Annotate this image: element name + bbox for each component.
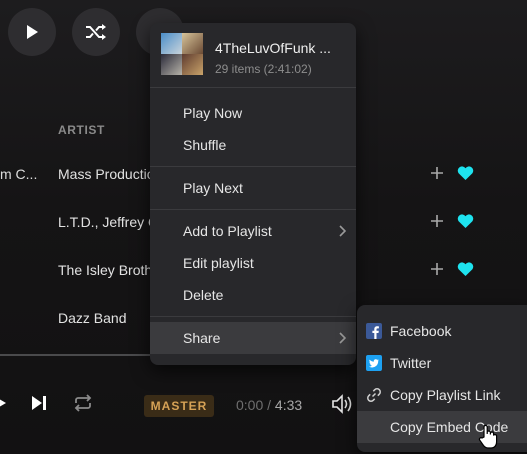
playlist-artwork bbox=[161, 33, 203, 75]
skip-next-icon[interactable] bbox=[31, 395, 47, 411]
menu-item-edit-playlist[interactable]: Edit playlist bbox=[150, 247, 356, 279]
share-copy-embed-code[interactable]: Copy Embed Code bbox=[357, 411, 527, 443]
play-button[interactable] bbox=[8, 8, 56, 56]
menu-item-shuffle[interactable]: Shuffle bbox=[150, 129, 356, 161]
menu-item-label: Edit playlist bbox=[183, 255, 254, 271]
repeat-icon[interactable] bbox=[73, 394, 93, 412]
artist-column-header[interactable]: ARTIST bbox=[58, 123, 105, 137]
time-current: 0:00 bbox=[236, 397, 264, 413]
shuffle-button[interactable] bbox=[72, 8, 120, 56]
table-cell-artist[interactable]: The Isley Brothe bbox=[58, 262, 160, 278]
playlist-context-menu: 4TheLuvOfFunk ... 29 items (2:41:02) Pla… bbox=[150, 23, 356, 365]
menu-item-delete[interactable]: Delete bbox=[150, 279, 356, 311]
twitter-icon bbox=[366, 355, 382, 371]
menu-item-label: Shuffle bbox=[183, 137, 227, 153]
play-icon bbox=[27, 25, 38, 39]
playlist-title: 4TheLuvOfFunk ... bbox=[215, 40, 331, 56]
time-total: 4:33 bbox=[274, 397, 303, 413]
share-item-label: Twitter bbox=[390, 355, 432, 371]
menu-item-label: Play Next bbox=[183, 180, 243, 196]
playlist-summary: 29 items (2:41:02) bbox=[215, 62, 312, 76]
menu-item-play-now[interactable]: Play Now bbox=[150, 97, 356, 129]
heart-icon[interactable] bbox=[457, 214, 474, 229]
app-window: ARTIST m C... Mass Productio L.T.D., Jef… bbox=[0, 0, 527, 454]
heart-icon[interactable] bbox=[457, 262, 474, 277]
facebook-icon bbox=[366, 323, 382, 339]
hand-cursor-icon bbox=[478, 424, 498, 449]
heart-icon[interactable] bbox=[457, 166, 474, 181]
share-item-label: Copy Playlist Link bbox=[390, 387, 501, 403]
menu-item-label: Share bbox=[183, 330, 221, 346]
share-facebook[interactable]: Facebook bbox=[357, 315, 527, 347]
time-separator: / bbox=[263, 397, 275, 413]
play-icon[interactable] bbox=[0, 396, 6, 410]
menu-divider bbox=[150, 166, 356, 167]
plus-icon[interactable] bbox=[430, 262, 444, 276]
menu-item-label: Play Now bbox=[183, 105, 243, 121]
share-twitter[interactable]: Twitter bbox=[357, 347, 527, 379]
chevron-right-icon bbox=[339, 332, 346, 344]
menu-item-play-next[interactable]: Play Next bbox=[150, 172, 356, 204]
plus-icon[interactable] bbox=[430, 214, 444, 228]
menu-divider bbox=[150, 209, 356, 210]
plus-icon[interactable] bbox=[430, 166, 444, 180]
table-cell-album: m C... bbox=[0, 166, 38, 182]
playback-time: 0:00 / 4:33 bbox=[236, 397, 302, 413]
table-cell-artist[interactable]: Mass Productio bbox=[58, 166, 154, 182]
menu-item-share[interactable]: Share bbox=[150, 322, 356, 354]
volume-icon[interactable] bbox=[331, 394, 353, 414]
share-submenu: Facebook Twitter Copy Playlist Link Copy… bbox=[357, 305, 527, 452]
menu-header: 4TheLuvOfFunk ... 29 items (2:41:02) bbox=[150, 23, 356, 87]
share-item-label: Facebook bbox=[390, 323, 452, 339]
menu-item-add-to-playlist[interactable]: Add to Playlist bbox=[150, 215, 356, 247]
chevron-right-icon bbox=[339, 225, 346, 237]
menu-divider bbox=[150, 316, 356, 317]
table-cell-artist[interactable]: Dazz Band bbox=[58, 310, 126, 326]
menu-divider bbox=[150, 87, 356, 88]
progress-track[interactable] bbox=[0, 354, 160, 356]
menu-item-label: Add to Playlist bbox=[183, 223, 272, 239]
quality-badge[interactable]: MASTER bbox=[144, 395, 214, 417]
share-copy-link[interactable]: Copy Playlist Link bbox=[357, 379, 527, 411]
link-icon bbox=[367, 388, 381, 402]
menu-item-label: Delete bbox=[183, 287, 224, 303]
table-cell-artist[interactable]: L.T.D., Jeffrey O bbox=[58, 214, 159, 230]
shuffle-icon bbox=[86, 24, 106, 40]
